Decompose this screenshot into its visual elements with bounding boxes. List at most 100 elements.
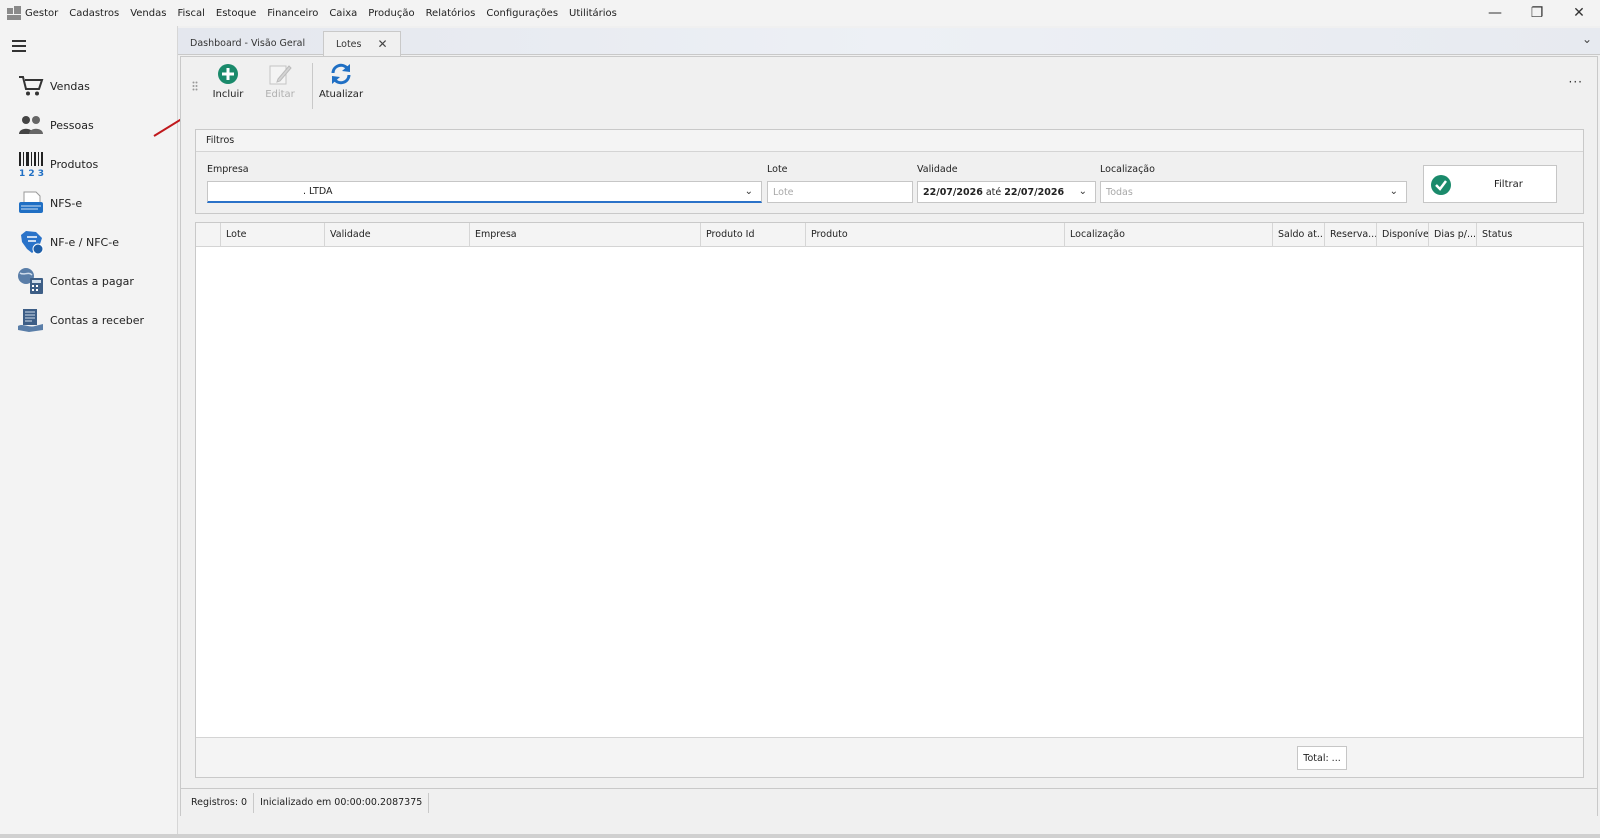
empresa-value: . LTDA [303, 186, 333, 197]
tab-lotes[interactable]: Lotes ✕ [323, 31, 401, 56]
empresa-select[interactable]: . LTDA ⌄ [207, 181, 762, 203]
col-disponivel[interactable]: Disponível [1376, 223, 1429, 247]
tab-label: Dashboard - Visão Geral [190, 37, 306, 49]
localizacao-placeholder: Todas [1106, 186, 1133, 198]
receivables-icon [16, 306, 46, 334]
chevron-down-icon: ⌄ [744, 186, 753, 197]
plus-circle-icon [218, 64, 238, 84]
filtrar-label: Filtrar [1494, 178, 1523, 190]
grip-icon[interactable] [192, 81, 198, 91]
status-bar: Registros: 0 Inicializado em 00:00:00.20… [181, 788, 1597, 816]
sidebar-item-label: Produtos [50, 157, 99, 171]
menu-producao[interactable]: Produção [368, 8, 414, 19]
refresh-icon [331, 63, 351, 85]
incluir-button[interactable]: Incluir [208, 63, 248, 113]
tab-dashboard[interactable]: Dashboard - Visão Geral [178, 31, 317, 55]
filters-group: Filtros Empresa . LTDA ⌄ Lote Lote Valid… [195, 129, 1584, 214]
people-icon [16, 111, 46, 139]
atualizar-button[interactable]: Atualizar [319, 63, 363, 113]
menu-caixa[interactable]: Caixa [329, 8, 357, 19]
col-lote[interactable]: Lote [220, 223, 320, 247]
restore-button[interactable]: ❐ [1516, 0, 1558, 26]
menu-gestor[interactable]: Gestor [25, 8, 58, 19]
filters-title: Filtros [196, 130, 1583, 152]
hamburger-menu-icon[interactable] [12, 40, 28, 52]
localizacao-label: Localização [1100, 164, 1155, 175]
validade-label: Validade [917, 164, 958, 175]
menu-estoque[interactable]: Estoque [216, 8, 256, 19]
menu-vendas[interactable]: Vendas [130, 8, 166, 19]
toolbar-separator [312, 63, 313, 109]
menu-fiscal[interactable]: Fiscal [177, 8, 204, 19]
app-icon [7, 6, 21, 20]
editar-label: Editar [265, 89, 295, 100]
sidebar-item-label: Contas a receber [50, 313, 145, 327]
more-options-icon[interactable]: ··· [1569, 75, 1583, 89]
minimize-button[interactable]: — [1474, 0, 1516, 26]
sidebar-item-label: NFS-e [50, 196, 83, 210]
total-summary: Total: ... [1297, 746, 1347, 770]
col-produto[interactable]: Produto [805, 223, 1064, 247]
sidebar-item-label: Contas a pagar [50, 274, 134, 288]
tab-label: Lotes [336, 38, 362, 50]
menu-configuracoes[interactable]: Configurações [486, 8, 558, 19]
lote-input[interactable]: Lote [767, 181, 913, 203]
sidebar-item-nfse[interactable]: NFS-e [0, 185, 178, 221]
nfse-icon [16, 189, 46, 217]
atualizar-label: Atualizar [318, 89, 364, 100]
status-inicializado: Inicializado em 00:00:00.2087375 [254, 792, 430, 813]
lote-label: Lote [767, 164, 788, 175]
chevron-down-icon[interactable]: ⌄ [1582, 32, 1592, 46]
validade-range-picker[interactable]: 22/07/2026 até 22/07/2026 ⌄ [917, 181, 1096, 203]
sidebar-item-label: Vendas [50, 79, 90, 93]
status-registros: Registros: 0 [185, 792, 255, 813]
sidebar-item-label: NF-e / NFC-e [50, 235, 119, 249]
grid-footer: Total: ... [196, 737, 1583, 777]
menu-relatorios[interactable]: Relatórios [426, 8, 476, 19]
sidebar-item-label: Pessoas [50, 118, 94, 132]
validade-to: 22/07/2026 [1004, 186, 1065, 198]
col-saldo[interactable]: Saldo at... [1272, 223, 1325, 247]
svg-text:1 2 3: 1 2 3 [19, 169, 44, 177]
col-reserva[interactable]: Reserva... [1324, 223, 1377, 247]
check-circle-icon [1431, 175, 1451, 195]
barcode-icon: 1 2 3 [16, 150, 46, 178]
toolbar: Incluir Editar Atualizar ··· [181, 57, 1597, 115]
cart-icon [16, 72, 46, 100]
sidebar-item-contas-receber[interactable]: Contas a receber [0, 302, 178, 338]
close-window-button[interactable]: ✕ [1558, 0, 1600, 26]
sidebar-item-contas-pagar[interactable]: Contas a pagar [0, 263, 178, 299]
localizacao-select[interactable]: Todas ⌄ [1100, 181, 1407, 203]
data-grid: Lote Validade Empresa Produto Id Produto… [195, 222, 1584, 778]
payables-icon [16, 267, 46, 295]
sidebar-item-produtos[interactable]: 1 2 3 Produtos [0, 146, 178, 182]
sidebar: Vendas Pessoas 1 2 3 Produtos NFS-e NF-e… [0, 26, 178, 838]
lote-placeholder: Lote [773, 186, 794, 198]
col-validade[interactable]: Validade [324, 223, 470, 247]
menu-cadastros[interactable]: Cadastros [69, 8, 119, 19]
menu-financeiro[interactable]: Financeiro [267, 8, 318, 19]
bottom-border [0, 834, 1600, 838]
filtrar-button[interactable]: Filtrar [1423, 165, 1557, 203]
col-localizacao[interactable]: Localização [1064, 223, 1272, 247]
validade-from: 22/07/2026 [923, 186, 983, 198]
close-icon[interactable]: ✕ [377, 37, 387, 51]
menu-bar: Gestor Cadastros Vendas Fiscal Estoque F… [0, 0, 1600, 26]
col-empresa[interactable]: Empresa [469, 223, 700, 247]
col-produto-id[interactable]: Produto Id [700, 223, 806, 247]
sidebar-item-nfe[interactable]: NF-e / NFC-e [0, 224, 178, 260]
incluir-label: Incluir [212, 89, 244, 100]
chevron-down-icon: ⌄ [1389, 186, 1398, 197]
main-panel: Incluir Editar Atualizar ··· Filtros Emp… [180, 56, 1598, 816]
col-status[interactable]: Status [1476, 223, 1583, 247]
window-controls: — ❐ ✕ [1474, 0, 1600, 26]
edit-icon [269, 65, 292, 85]
editar-button[interactable]: Editar [262, 63, 298, 113]
nfe-icon [16, 228, 46, 256]
chevron-down-icon: ⌄ [1078, 186, 1087, 197]
validade-separator: até [985, 186, 1002, 198]
col-dias[interactable]: Dias p/... [1428, 223, 1477, 247]
menu-utilitarios[interactable]: Utilitários [569, 8, 617, 19]
tab-strip: Dashboard - Visão Geral Lotes ✕ ⌄ [178, 28, 1600, 56]
empresa-label: Empresa [207, 164, 249, 175]
